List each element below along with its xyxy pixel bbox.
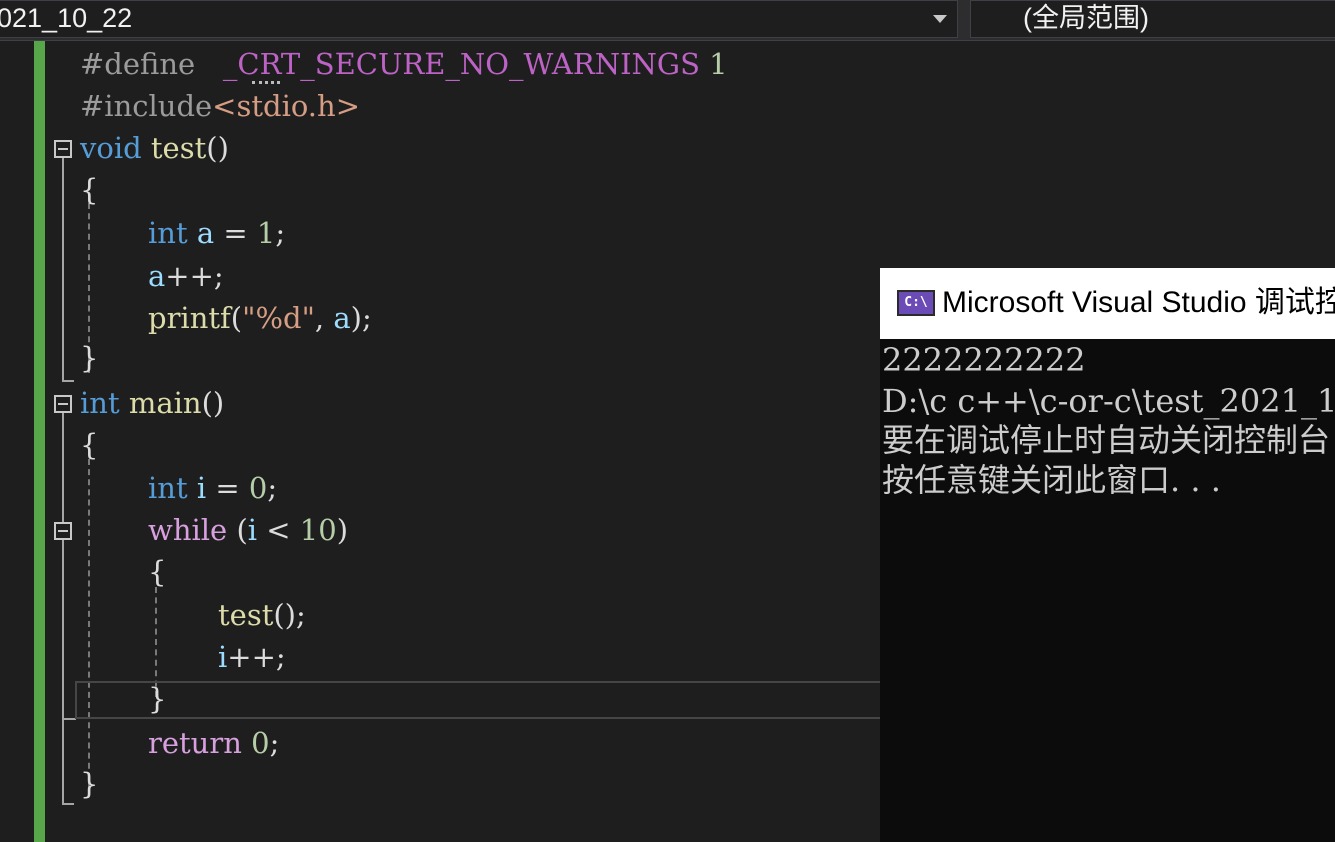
code-line-16: } bbox=[148, 678, 166, 720]
code-line-13: { bbox=[148, 551, 166, 593]
include-header: <stdio.h> bbox=[212, 89, 360, 123]
code-line-14: test(); bbox=[218, 594, 306, 636]
brace: { bbox=[80, 428, 99, 462]
directive: #include bbox=[80, 89, 213, 123]
parens: () bbox=[201, 386, 225, 420]
macro-value: 1 bbox=[709, 47, 728, 81]
semicolon: ; bbox=[275, 216, 286, 250]
code-line-18: } bbox=[80, 763, 98, 805]
variable: a bbox=[196, 216, 215, 250]
scope-combo-label: (全局范围) bbox=[1023, 3, 1149, 33]
number: 1 bbox=[256, 216, 276, 250]
code-line-1: #define _CRT_SECURE_NO_WARNINGS 1 bbox=[80, 43, 728, 85]
console-title: Microsoft Visual Studio 调试控制台 bbox=[942, 286, 1335, 319]
chevron-down-icon[interactable] bbox=[933, 15, 947, 23]
outline-test-end bbox=[62, 380, 74, 382]
variable: a bbox=[148, 259, 166, 293]
code-line-2: #include<stdio.h> bbox=[80, 85, 360, 127]
outline-main bbox=[62, 413, 64, 805]
variable: a bbox=[333, 301, 351, 335]
keyword: int bbox=[148, 471, 188, 505]
open-paren: ( bbox=[236, 513, 248, 547]
file-combo-label: 021_10_22 bbox=[0, 3, 133, 33]
code-line-4: { bbox=[80, 169, 98, 211]
keyword: return bbox=[148, 726, 242, 760]
number: 10 bbox=[299, 513, 337, 547]
code-line-6: a++; bbox=[148, 255, 224, 297]
code-rest: ++; bbox=[165, 259, 224, 293]
number: 0 bbox=[248, 471, 268, 505]
directive: #define bbox=[80, 47, 196, 81]
close-paren: ) bbox=[336, 513, 349, 547]
code-rest: (); bbox=[273, 598, 306, 632]
brace: } bbox=[148, 682, 167, 716]
console-output-line: 2222222222 bbox=[882, 341, 1086, 379]
function-name: test bbox=[150, 131, 207, 165]
operator: < bbox=[266, 513, 291, 547]
change-tracking-bar bbox=[34, 41, 45, 842]
keyword: while bbox=[148, 513, 228, 547]
comma: , bbox=[314, 301, 334, 335]
outline-main-end bbox=[62, 803, 74, 805]
code-line-3: void test() bbox=[80, 127, 229, 169]
collapse-test-icon[interactable] bbox=[54, 140, 72, 158]
console-hint-line: 要在调试停止时自动关闭控制台 bbox=[882, 421, 1331, 459]
code-line-5: int a = 1; bbox=[148, 212, 285, 254]
code-line-10: { bbox=[80, 424, 98, 466]
parens: () bbox=[206, 131, 229, 165]
code-line-15: i++; bbox=[218, 636, 286, 678]
editor-navigation-bar: 021_10_22 (全局范围) bbox=[0, 0, 1335, 41]
keyword: void bbox=[80, 131, 142, 165]
brace: } bbox=[80, 767, 99, 801]
code-line-8: } bbox=[80, 337, 98, 379]
variable: i bbox=[218, 640, 228, 674]
scope-combo[interactable]: (全局范围) bbox=[970, 0, 1335, 38]
semicolon: ; bbox=[267, 471, 278, 505]
brace: { bbox=[148, 555, 167, 589]
keyword: int bbox=[148, 216, 188, 250]
brace: } bbox=[80, 341, 99, 375]
variable: i bbox=[196, 471, 207, 505]
console-close-line: 按任意键关闭此窗口. . . bbox=[882, 461, 1221, 499]
outline-test bbox=[62, 158, 64, 382]
console-path-line: D:\c c++\c-or-c\test_2021_10_22 bbox=[882, 382, 1335, 420]
code-line-17: return 0; bbox=[148, 722, 279, 764]
keyword: int bbox=[80, 386, 120, 420]
number: 0 bbox=[251, 726, 270, 760]
open-paren: ( bbox=[230, 301, 243, 335]
collapse-main-icon[interactable] bbox=[54, 395, 72, 413]
string-literal: "%d" bbox=[242, 301, 315, 335]
indent-guide bbox=[88, 459, 90, 789]
function-name: test bbox=[218, 598, 274, 632]
close-paren: ); bbox=[350, 301, 372, 335]
semicolon: ; bbox=[269, 726, 280, 760]
code-line-11: int i = 0; bbox=[148, 467, 277, 509]
code-line-12: while (i < 10) bbox=[148, 509, 348, 551]
current-line-highlight bbox=[75, 681, 885, 719]
collapse-while-icon[interactable] bbox=[54, 522, 72, 540]
outline-while-end bbox=[62, 718, 76, 720]
debug-console-window[interactable]: C:\ Microsoft Visual Studio 调试控制台 222222… bbox=[880, 268, 1335, 842]
function-name: printf bbox=[148, 301, 231, 335]
function-name: main bbox=[128, 386, 202, 420]
file-combo[interactable]: 021_10_22 bbox=[0, 0, 958, 38]
operator: = bbox=[223, 216, 248, 250]
operator: = bbox=[215, 471, 240, 505]
console-title-bar[interactable]: C:\ Microsoft Visual Studio 调试控制台 bbox=[880, 268, 1335, 339]
console-app-icon: C:\ bbox=[897, 290, 935, 316]
variable: i bbox=[247, 513, 258, 547]
brace: { bbox=[80, 173, 99, 207]
code-line-9: int main() bbox=[80, 382, 224, 424]
code-line-7: printf("%d", a); bbox=[148, 297, 372, 339]
code-rest: ++; bbox=[227, 640, 286, 674]
macro-name: _CRT_SECURE_NO_WARNINGS bbox=[222, 47, 700, 81]
editor-margin bbox=[0, 41, 34, 842]
